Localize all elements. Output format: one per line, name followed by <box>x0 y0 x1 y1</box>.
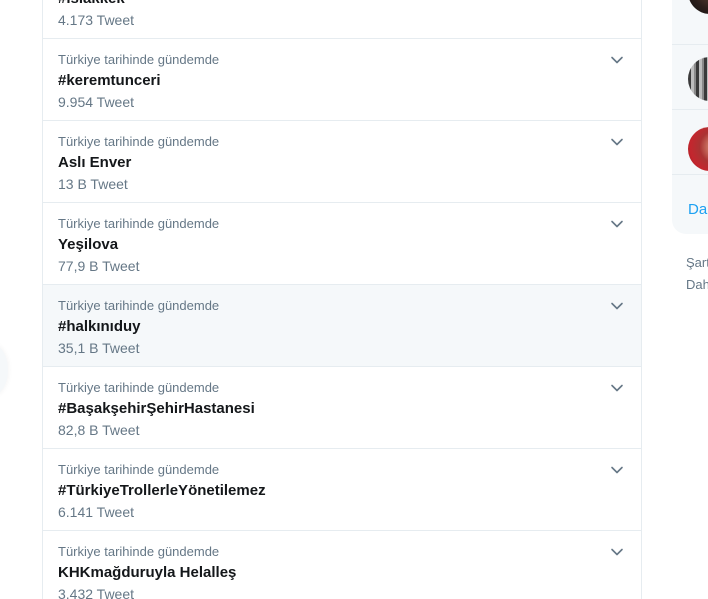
trend-item[interactable]: Türkiye tarihinde gündemde #BaşakşehirŞeh… <box>43 367 641 449</box>
footer-link-more[interactable]: Dah <box>686 276 708 294</box>
chevron-down-icon[interactable] <box>607 378 627 398</box>
trend-name[interactable]: #BaşakşehirŞehirHastanesi <box>58 399 255 419</box>
trend-tweet-count: 9.954 Tweet <box>58 94 135 110</box>
trend-tweet-count: 13 B Tweet <box>58 176 128 192</box>
chevron-down-icon[interactable] <box>607 214 627 234</box>
chevron-down-icon[interactable] <box>607 296 627 316</box>
trend-context: Türkiye tarihinde gündemde <box>58 544 220 559</box>
trend-name[interactable]: KHKmağduruyla Helalleş <box>58 563 236 583</box>
trend-name[interactable]: Aslı Enver <box>58 153 131 173</box>
footer-link-terms[interactable]: Şart <box>686 254 708 272</box>
trends-list: #ıslakkek 4.173 Tweet Türkiye tarihinde gü… <box>42 0 642 599</box>
trend-context: Türkiye tarihinde gündemde <box>58 298 220 313</box>
trend-name[interactable]: #halkınıduy <box>58 317 141 337</box>
chevron-down-icon[interactable] <box>607 132 627 152</box>
trend-context: Türkiye tarihinde gündemde <box>58 216 220 231</box>
trend-tweet-count: 4.173 Tweet <box>58 12 135 28</box>
trend-item[interactable]: Türkiye tarihinde gündemde #halkınıduy 35,… <box>43 285 641 367</box>
trend-context: Türkiye tarihinde gündemde <box>58 462 220 477</box>
trend-name[interactable]: #TürkiyeTrollerleYönetilemez <box>58 481 266 501</box>
trend-name[interactable]: #keremtunceri <box>58 71 161 91</box>
page: #ıslakkek 4.173 Tweet Türkiye tarihinde gü… <box>0 0 708 599</box>
trend-context: Türkiye tarihinde gündemde <box>58 134 220 149</box>
show-more-link[interactable]: Dah <box>688 200 708 220</box>
trend-tweet-count: 35,1 B Tweet <box>58 340 140 356</box>
trend-tweet-count: 82,8 B Tweet <box>58 422 140 438</box>
trend-item[interactable]: #ıslakkek 4.173 Tweet <box>43 0 641 39</box>
trend-item[interactable]: Türkiye tarihinde gündemde #keremtunceri 9… <box>43 39 641 121</box>
trend-tweet-count: 6.141 Tweet <box>58 504 135 520</box>
trend-name[interactable]: #ıslakkek <box>58 0 125 9</box>
trend-tweet-count: 3.432 Tweet <box>58 586 135 599</box>
chevron-down-icon[interactable] <box>607 542 627 562</box>
trend-item[interactable]: Türkiye tarihinde gündemde Yeşilova 77,9 B… <box>43 203 641 285</box>
trend-name[interactable]: Yeşilova <box>58 235 118 255</box>
chevron-down-icon[interactable] <box>607 50 627 70</box>
trend-context: Türkiye tarihinde gündemde <box>58 380 220 395</box>
trend-item[interactable]: Türkiye tarihinde gündemde #TürkiyeTrolle… <box>43 449 641 531</box>
edge-shadow <box>0 345 8 395</box>
trend-tweet-count: 77,9 B Tweet <box>58 258 140 274</box>
trend-item[interactable]: Türkiye tarihinde gündemde Aslı Enver 13 B… <box>43 121 641 203</box>
trend-context: Türkiye tarihinde gündemde <box>58 52 220 67</box>
chevron-down-icon[interactable] <box>607 460 627 480</box>
trend-item[interactable]: Türkiye tarihinde gündemde KHKmağduruyla … <box>43 531 641 599</box>
